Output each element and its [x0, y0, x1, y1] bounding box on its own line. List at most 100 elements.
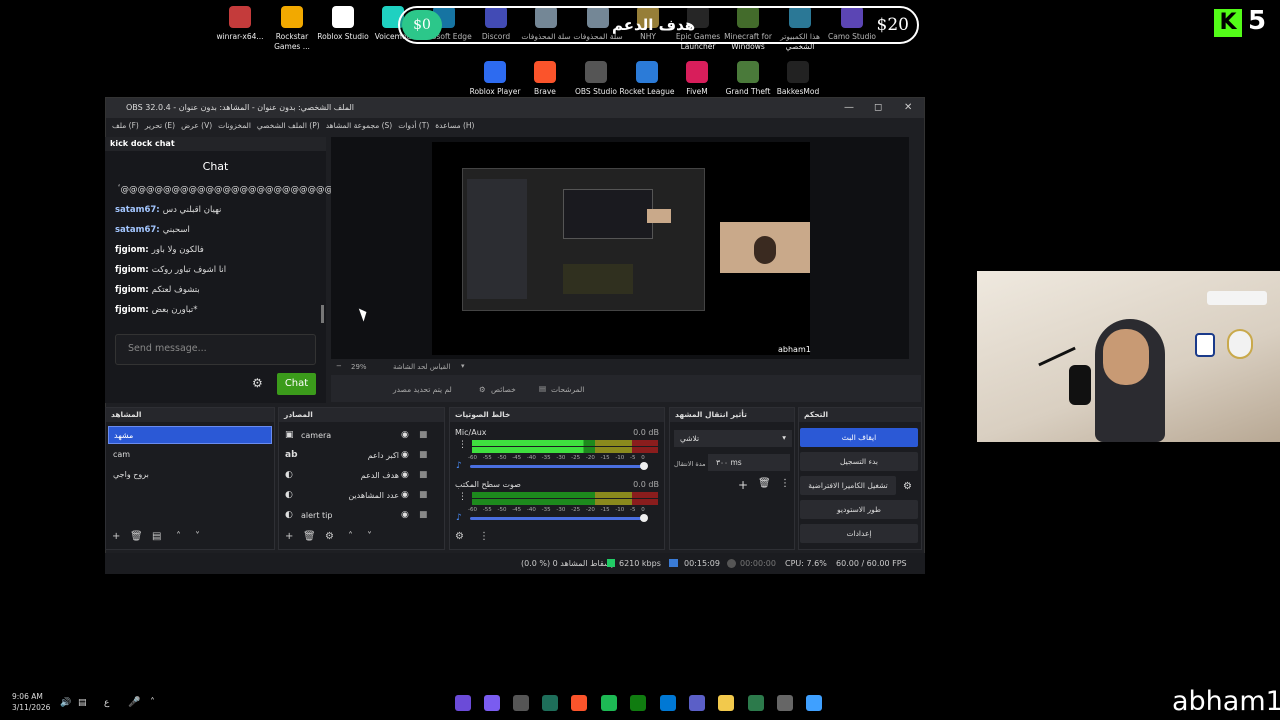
scene-item[interactable]: بروح واجي: [108, 466, 272, 484]
zoom-out-icon[interactable]: −: [336, 362, 342, 370]
volume-slider[interactable]: [470, 462, 648, 470]
zoom-fit-label[interactable]: القياس لحد الشاشة: [393, 363, 450, 371]
taskbar-app-icon[interactable]: [806, 695, 822, 711]
properties-button[interactable]: خصائص: [491, 385, 516, 394]
trash-icon[interactable]: 🗑: [130, 531, 143, 542]
volume-slider[interactable]: [470, 514, 648, 522]
speaker-icon[interactable]: ♪: [456, 513, 462, 523]
chat-username[interactable]: fjgiom:: [115, 245, 149, 255]
send-message-input[interactable]: Send message...: [115, 334, 316, 365]
more-options-icon[interactable]: ⋮: [458, 492, 467, 502]
trash-icon[interactable]: 🗑: [758, 478, 771, 489]
taskbar-app-icon[interactable]: [571, 695, 587, 711]
duration-spinbox[interactable]: ٣٠٠ ms: [708, 454, 790, 471]
control-button[interactable]: بدء التسجيل: [800, 452, 918, 471]
source-name[interactable]: camera: [301, 431, 331, 440]
lock-icon[interactable]: ■: [419, 450, 428, 460]
source-name[interactable]: هدف الدعم: [361, 471, 399, 480]
move-up-icon[interactable]: ˄: [176, 531, 181, 542]
add-icon[interactable]: +: [738, 478, 748, 492]
more-options-icon[interactable]: ⋮: [479, 531, 489, 542]
chat-message: fjgiom: بتشوف لعتكم: [115, 285, 200, 295]
filters-icon[interactable]: ▤: [152, 531, 161, 542]
menu-item[interactable]: ملف (F): [112, 118, 139, 134]
chat-username[interactable]: satam67:: [115, 225, 160, 235]
source-name[interactable]: alert tip: [301, 511, 332, 520]
taskbar-app-icon[interactable]: [689, 695, 705, 711]
scene-item[interactable]: مشهد: [108, 426, 272, 444]
taskbar-app-icon[interactable]: [601, 695, 617, 711]
lock-icon[interactable]: ■: [419, 470, 428, 480]
eye-icon[interactable]: ◉: [401, 430, 409, 440]
menu-item[interactable]: الملف الشخصي (P): [257, 118, 320, 134]
app-icon: [737, 61, 759, 83]
gear-icon[interactable]: ⚙: [325, 531, 334, 542]
move-down-icon[interactable]: ˅: [195, 531, 200, 542]
lock-icon[interactable]: ■: [419, 430, 428, 440]
menu-item[interactable]: أدوات (T): [398, 118, 429, 134]
taskbar-app-icon[interactable]: [660, 695, 676, 711]
move-up-icon[interactable]: ˄: [348, 531, 353, 542]
eye-icon[interactable]: ◉: [401, 490, 409, 500]
input-language[interactable]: ع: [104, 698, 109, 708]
transition-type-select[interactable]: تلاشي ▾: [674, 430, 792, 447]
menu-item[interactable]: المخزونات: [218, 118, 251, 134]
trash-icon[interactable]: 🗑: [303, 531, 316, 542]
properties-icon[interactable]: ⚙: [479, 385, 486, 394]
menu-item[interactable]: عرض (V): [181, 118, 212, 134]
chat-username[interactable]: fjgiom:: [115, 265, 149, 275]
chat-username[interactable]: satam67:: [115, 205, 160, 215]
chat-settings-gear-icon[interactable]: ⚙: [252, 376, 263, 390]
control-button[interactable]: ايقاف البث: [800, 428, 918, 447]
source-name[interactable]: عدد المشاهدين: [348, 491, 399, 500]
scene-item[interactable]: cam: [108, 446, 272, 464]
filters-button[interactable]: المرشحات: [551, 385, 584, 394]
chat-send-button[interactable]: Chat: [277, 373, 316, 395]
speaker-icon[interactable]: 🔊: [60, 698, 71, 708]
taskbar-app-icon[interactable]: [718, 695, 734, 711]
add-icon[interactable]: +: [285, 531, 293, 542]
lock-icon[interactable]: ■: [419, 490, 428, 500]
taskbar-app-icon[interactable]: [484, 695, 500, 711]
eye-icon[interactable]: ◉: [401, 450, 409, 460]
virtual-camera-settings-gear-icon[interactable]: ⚙: [903, 481, 912, 492]
mixer-settings-icon[interactable]: ⚙: [455, 531, 464, 542]
chat-username[interactable]: fjgiom:: [115, 305, 149, 315]
microphone-icon[interactable]: 🎤: [128, 697, 140, 708]
desktop-icon[interactable]: BakkesMod: [768, 61, 828, 97]
taskbar-app-icon[interactable]: [513, 695, 529, 711]
desktop-icon[interactable]: winrar-x64...: [210, 6, 270, 42]
taskbar-app-icon[interactable]: [455, 695, 471, 711]
add-icon[interactable]: +: [112, 531, 120, 542]
more-options-icon[interactable]: ⋮: [780, 478, 790, 489]
control-button[interactable]: تشغيل الكاميرا الافتراضية: [800, 476, 896, 495]
taskbar-app-icon[interactable]: [542, 695, 558, 711]
control-button[interactable]: إعدادات: [800, 524, 918, 543]
close-icon[interactable]: ✕: [904, 98, 912, 118]
eye-icon[interactable]: ◉: [401, 470, 409, 480]
taskbar-app-icon[interactable]: [777, 695, 793, 711]
eye-icon[interactable]: ◉: [401, 510, 409, 520]
taskbar-clock[interactable]: 9:06 AM 3/11/2026: [12, 692, 50, 713]
minimize-icon[interactable]: —: [844, 98, 854, 118]
lock-icon[interactable]: ■: [419, 510, 428, 520]
chevron-up-icon[interactable]: ˄: [150, 697, 155, 708]
obs-menubar: ملف (F) تحرير (E) عرض (V) المخزونات الملف ال…: [106, 118, 924, 134]
speaker-icon[interactable]: ♪: [456, 461, 462, 471]
more-options-icon[interactable]: ⋮: [458, 440, 467, 450]
taskbar-app-icon[interactable]: [630, 695, 646, 711]
chat-scrollbar[interactable]: [321, 305, 324, 323]
mixer-channel-db: 0.0 dB: [633, 428, 659, 437]
filters-icon[interactable]: ▤: [539, 384, 546, 393]
menu-item[interactable]: مجموعة المشاهد (S): [326, 118, 393, 134]
move-down-icon[interactable]: ˅: [367, 531, 372, 542]
zoom-dropdown-icon[interactable]: ▾: [461, 362, 465, 370]
control-button[interactable]: طور الاستوديو: [800, 500, 918, 519]
taskbar-app-icon[interactable]: [748, 695, 764, 711]
menu-item[interactable]: تحرير (E): [145, 118, 175, 134]
source-name[interactable]: اكبر داعم: [368, 451, 399, 460]
maximize-icon[interactable]: ◻: [874, 98, 882, 118]
display-icon[interactable]: ▤: [78, 698, 87, 708]
menu-item[interactable]: مساعدة (H): [435, 118, 474, 134]
chat-username[interactable]: fjgiom:: [115, 285, 149, 295]
